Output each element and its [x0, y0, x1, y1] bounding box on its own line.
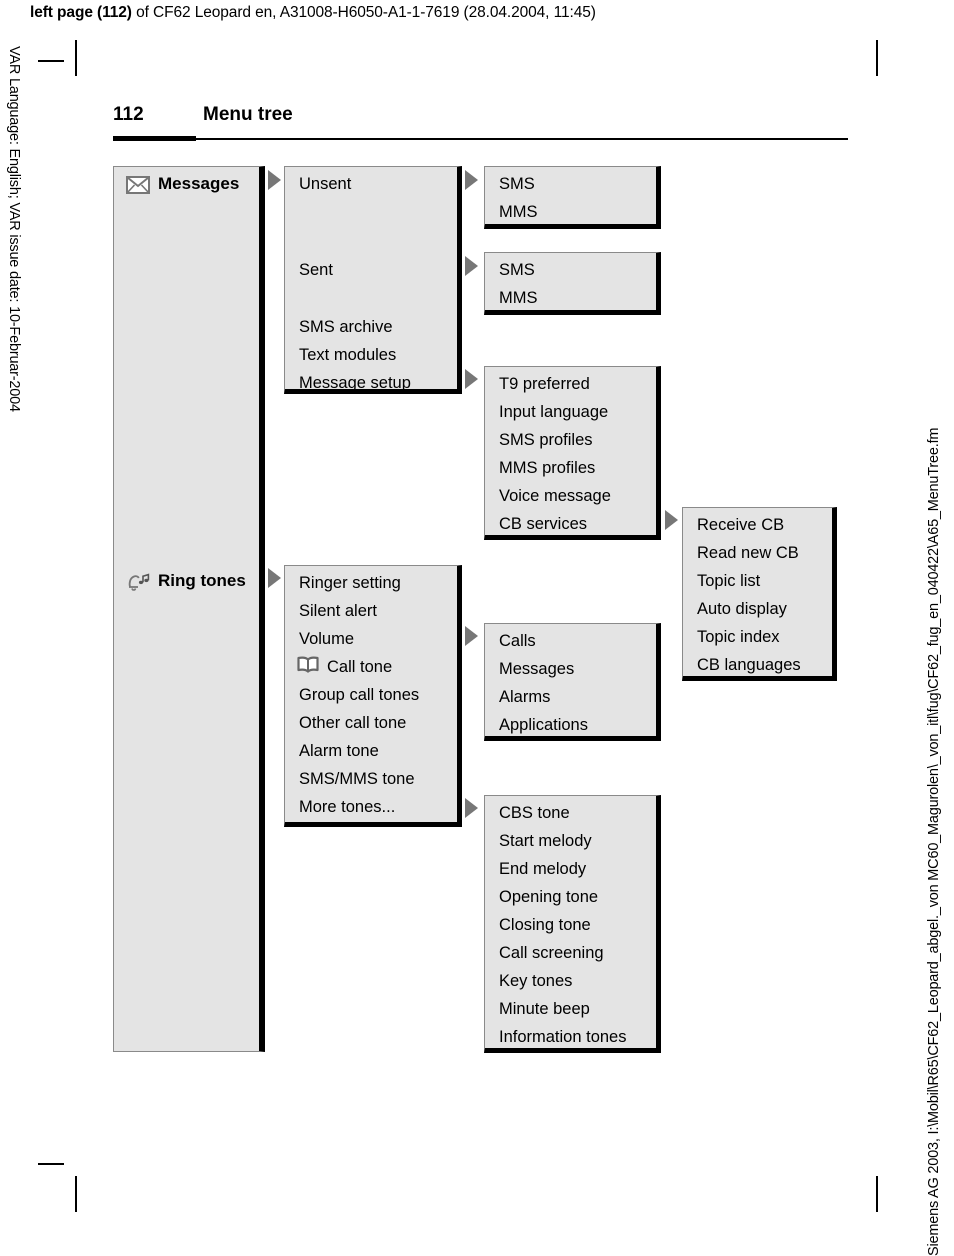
menu-item-topic-list[interactable]: Topic list [697, 573, 760, 590]
menu-item-messages[interactable]: Messages [158, 175, 239, 193]
menu-item-other-call-tone[interactable]: Other call tone [299, 715, 406, 732]
menu-item-read-new-cb[interactable]: Read new CB [697, 545, 799, 562]
menu-item-key-tones[interactable]: Key tones [499, 973, 572, 990]
menu-item-more-tones[interactable]: More tones... [299, 799, 395, 816]
menu-item-sms-mms-tone[interactable]: SMS/MMS tone [299, 771, 415, 788]
more-tones-submenu-box: CBS tone Start melody End melody Opening… [484, 795, 661, 1053]
menu-item-start-melody[interactable]: Start melody [499, 833, 592, 850]
arrow-message-setup-to-submenu [465, 369, 478, 389]
sent-submenu-box: SMS MMS [484, 252, 661, 315]
menu-item-sms-archive[interactable]: SMS archive [299, 319, 393, 336]
menu-item-sms-profiles[interactable]: SMS profiles [499, 432, 593, 449]
menu-tree-diagram: Messages Ring tones Unsent Sent SMS arch… [0, 0, 954, 1246]
menu-item-opening-tone[interactable]: Opening tone [499, 889, 598, 906]
menu-item-topic-index[interactable]: Topic index [697, 629, 780, 646]
menu-item-silent-alert[interactable]: Silent alert [299, 603, 377, 620]
arrow-volume-to-submenu [465, 626, 478, 646]
arrow-ring-tones-to-submenu [268, 568, 281, 588]
ring-tones-submenu-box: Ringer setting Silent alert Volume Call … [284, 565, 462, 827]
menu-item-sent-sms[interactable]: SMS [499, 262, 535, 279]
menu-item-volume[interactable]: Volume [299, 631, 354, 648]
menu-item-cbs-tone[interactable]: CBS tone [499, 805, 570, 822]
menu-item-auto-display[interactable]: Auto display [697, 601, 787, 618]
menu-item-group-call-tones[interactable]: Group call tones [299, 687, 419, 704]
menu-item-minute-beep[interactable]: Minute beep [499, 1001, 590, 1018]
menu-item-cb-services[interactable]: CB services [499, 516, 587, 533]
menu-item-sent-mms[interactable]: MMS [499, 290, 538, 307]
level1-column: Messages Ring tones [113, 166, 265, 1052]
menu-item-unsent-sms[interactable]: SMS [499, 176, 535, 193]
menu-item-volume-alarms[interactable]: Alarms [499, 689, 550, 706]
menu-item-volume-calls[interactable]: Calls [499, 633, 536, 650]
menu-item-volume-messages[interactable]: Messages [499, 661, 574, 678]
menu-item-voice-message[interactable]: Voice message [499, 488, 611, 505]
menu-item-closing-tone[interactable]: Closing tone [499, 917, 591, 934]
menu-item-ringer-setting[interactable]: Ringer setting [299, 575, 401, 592]
menu-item-t9-preferred[interactable]: T9 preferred [499, 376, 590, 393]
arrow-cb-services-to-submenu [665, 510, 678, 530]
menu-item-text-modules[interactable]: Text modules [299, 347, 396, 364]
message-setup-submenu-box: T9 preferred Input language SMS profiles… [484, 366, 661, 540]
arrow-unsent-to-submenu [465, 170, 478, 190]
menu-item-cb-languages[interactable]: CB languages [697, 657, 801, 674]
menu-item-message-setup[interactable]: Message setup [299, 375, 411, 392]
envelope-icon [126, 176, 150, 194]
messages-submenu-box: Unsent Sent SMS archive Text modules Mes… [284, 166, 462, 394]
menu-item-unsent-mms[interactable]: MMS [499, 204, 538, 221]
cb-services-submenu-box: Receive CB Read new CB Topic list Auto d… [682, 507, 837, 681]
arrow-messages-to-submenu [268, 170, 281, 190]
menu-item-ring-tones[interactable]: Ring tones [158, 572, 246, 590]
menu-item-call-screening[interactable]: Call screening [499, 945, 604, 962]
menu-item-sent[interactable]: Sent [299, 262, 333, 279]
volume-submenu-box: Calls Messages Alarms Applications [484, 623, 661, 741]
menu-item-alarm-tone[interactable]: Alarm tone [299, 743, 379, 760]
unsent-submenu-box: SMS MMS [484, 166, 661, 229]
menu-item-call-tone[interactable]: Call tone [327, 659, 392, 676]
menu-item-mms-profiles[interactable]: MMS profiles [499, 460, 595, 477]
menu-item-volume-applications[interactable]: Applications [499, 717, 588, 734]
arrow-sent-to-submenu [465, 256, 478, 276]
bell-note-icon [126, 573, 150, 591]
menu-item-input-language[interactable]: Input language [499, 404, 608, 421]
menu-item-receive-cb[interactable]: Receive CB [697, 517, 784, 534]
menu-item-end-melody[interactable]: End melody [499, 861, 586, 878]
arrow-more-tones-to-submenu [465, 798, 478, 818]
menu-item-unsent[interactable]: Unsent [299, 176, 351, 193]
menu-item-information-tones[interactable]: Information tones [499, 1029, 627, 1046]
open-book-icon [297, 655, 319, 673]
